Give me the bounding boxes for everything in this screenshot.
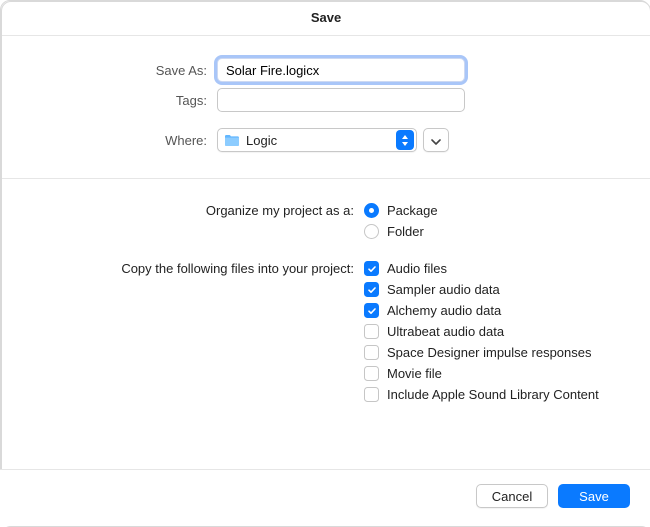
checkbox-movie[interactable] (364, 366, 379, 381)
organize-label: Organize my project as a: (42, 203, 364, 218)
options-section: Organize my project as a: Package Folder… (2, 183, 650, 418)
checkbox-alchemy[interactable] (364, 303, 379, 318)
checkbox-sampler[interactable] (364, 282, 379, 297)
folder-icon (224, 134, 240, 147)
checkbox-ultrabeat[interactable] (364, 324, 379, 339)
checkbox-alchemy-label: Alchemy audio data (387, 303, 501, 318)
copy-files-label: Copy the following files into your proje… (42, 261, 364, 276)
radio-folder[interactable] (364, 224, 379, 239)
radio-folder-label: Folder (387, 224, 424, 239)
where-value: Logic (246, 133, 396, 148)
checkbox-sdir-label: Space Designer impulse responses (387, 345, 592, 360)
tags-label: Tags: (42, 93, 217, 108)
where-select[interactable]: Logic (217, 128, 417, 152)
radio-package-label: Package (387, 203, 438, 218)
file-section: Save As: Tags: Where: Logic (2, 36, 650, 174)
save-button[interactable]: Save (558, 484, 630, 508)
window-title: Save (2, 2, 650, 36)
checkbox-aplib-label: Include Apple Sound Library Content (387, 387, 599, 402)
checkbox-audio[interactable] (364, 261, 379, 276)
checkbox-movie-label: Movie file (387, 366, 442, 381)
checkbox-audio-label: Audio files (387, 261, 447, 276)
radio-package[interactable] (364, 203, 379, 218)
footer: Cancel Save (0, 469, 650, 526)
tags-input[interactable] (217, 88, 465, 112)
cancel-button[interactable]: Cancel (476, 484, 548, 508)
checkbox-aplib[interactable] (364, 387, 379, 402)
expand-button[interactable] (423, 128, 449, 152)
divider (2, 178, 650, 179)
save-as-label: Save As: (42, 63, 217, 78)
checkbox-sampler-label: Sampler audio data (387, 282, 500, 297)
where-label: Where: (42, 133, 217, 148)
save-as-input[interactable] (217, 58, 465, 82)
updown-icon (396, 130, 414, 150)
checkbox-ultrabeat-label: Ultrabeat audio data (387, 324, 504, 339)
checkbox-sdir[interactable] (364, 345, 379, 360)
chevron-down-icon (431, 133, 441, 148)
